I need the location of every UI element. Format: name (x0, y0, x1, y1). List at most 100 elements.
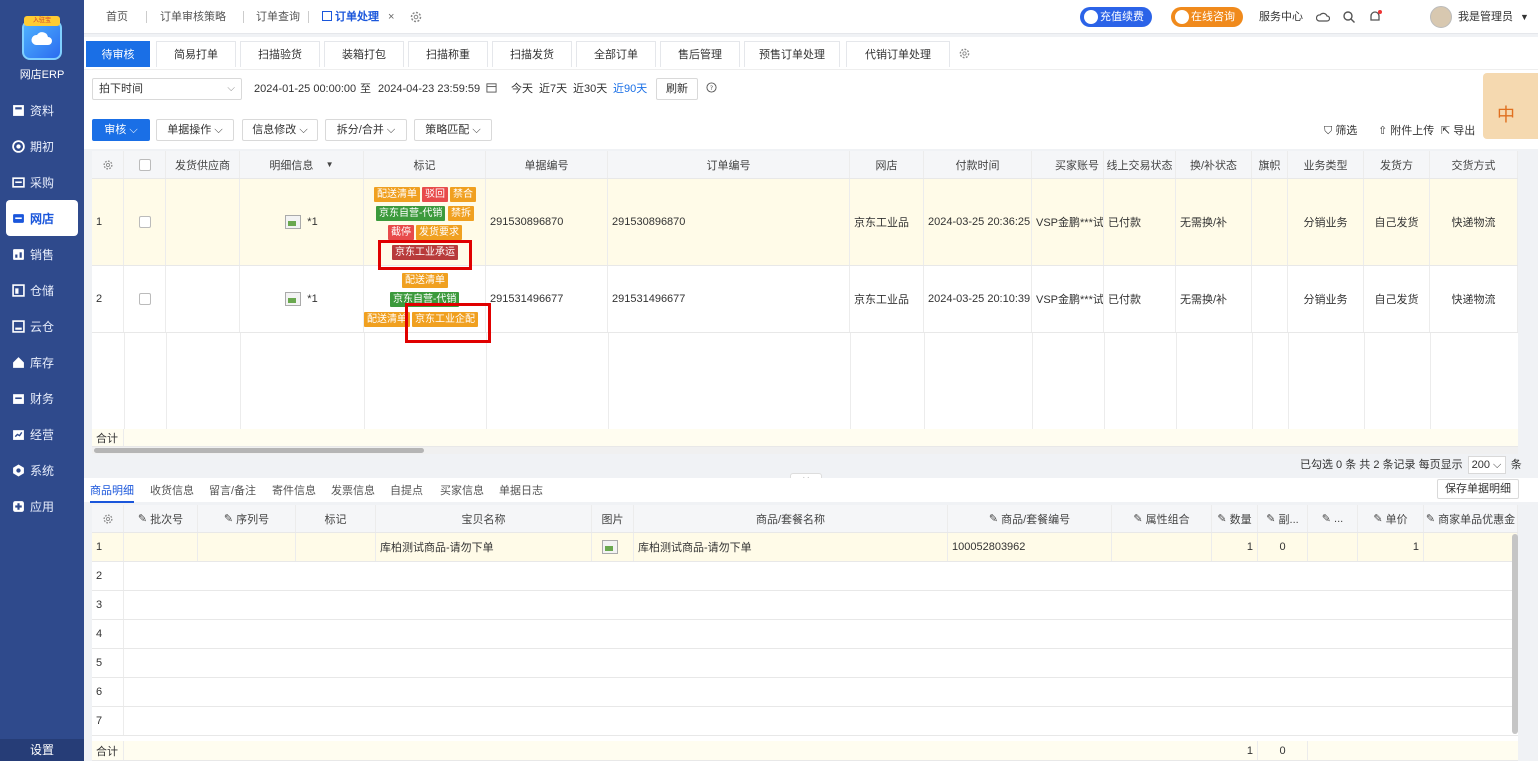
filter-button[interactable]: ⛉ 筛选 (1324, 122, 1357, 138)
col-unit-price[interactable]: ✎ 单价 (1358, 505, 1424, 532)
help-icon[interactable]: ? (706, 78, 717, 100)
time-type-select[interactable]: 拍下时间 ⌵ (92, 78, 242, 100)
settings-button[interactable]: 设置 (0, 739, 84, 761)
cell-merchant-discount[interactable] (1424, 533, 1518, 561)
sidebar-item-warehouse[interactable]: 仓储 (0, 272, 84, 308)
tab-consignment-orders[interactable]: 代销订单处理 (846, 41, 950, 67)
strategy-match-dropdown[interactable]: 策略匹配 ⌵ (414, 119, 492, 141)
page-size-select[interactable]: 200 ⌵ (1467, 456, 1506, 475)
tab-home[interactable]: 首页 (106, 0, 128, 34)
col-order-no[interactable]: 订单编号 (608, 151, 850, 178)
sidebar-item-purchase[interactable]: 采购 (0, 164, 84, 200)
table-row[interactable]: 2 (92, 562, 1518, 591)
col-tags[interactable]: 标记 (364, 151, 486, 178)
calendar-icon[interactable] (486, 78, 497, 100)
cell-quantity[interactable]: 1 (1212, 533, 1258, 561)
refresh-button[interactable]: 刷新 (656, 78, 698, 100)
tab-sender-info[interactable]: 寄件信息 (272, 482, 316, 498)
gear-icon[interactable] (409, 10, 423, 24)
export-button[interactable]: ⇱ 导出 (1441, 122, 1475, 138)
recharge-button[interactable]: 充值续费 (1080, 7, 1152, 27)
sidebar-item-apps[interactable]: 应用 (0, 488, 84, 524)
col-exchange-status[interactable]: 换/补状态 (1176, 151, 1252, 178)
col-supplier[interactable]: 发货供应商 (166, 151, 240, 178)
col-merchant-discount[interactable]: ✎ 商家单品优惠金 (1424, 505, 1518, 532)
online-consult-button[interactable]: 在线咨询 (1171, 7, 1243, 27)
col-shop[interactable]: 网店 (850, 151, 924, 178)
tab-pickup-point[interactable]: 自提点 (390, 482, 423, 498)
tab-all-orders[interactable]: 全部订单 (576, 41, 656, 67)
col-bill-no[interactable]: 单据编号 (486, 151, 608, 178)
tab-order-processing[interactable]: 订单处理 (322, 0, 379, 34)
info-edit-dropdown[interactable]: 信息修改 ⌵ (242, 119, 318, 141)
col-item-name[interactable]: 宝贝名称 (376, 505, 592, 532)
sidebar-item-data[interactable]: 资料 (0, 92, 84, 128)
app-logo[interactable] (22, 20, 62, 60)
col-attributes[interactable]: ✎ 属性组合 (1112, 505, 1212, 532)
save-detail-button[interactable]: 保存单据明细 (1437, 479, 1519, 499)
col-serial-no[interactable]: ✎ 序列号 (198, 505, 296, 532)
today-link[interactable]: 今天 (511, 78, 533, 100)
col-goods-name[interactable]: 商品/套餐名称 (634, 505, 948, 532)
cell-sub[interactable]: 0 (1258, 533, 1308, 561)
tab-pending-audit[interactable]: 待审核 (86, 41, 150, 67)
tab-remarks[interactable]: 留言/备注 (209, 482, 256, 498)
attachment-upload-button[interactable]: ⇧ 附件上传 (1378, 122, 1434, 138)
table-row[interactable]: 6 (92, 678, 1518, 707)
col-pay-time[interactable]: 付款时间 (924, 151, 1032, 178)
col-tag[interactable]: 标记 (296, 505, 376, 532)
table-row[interactable]: 4 (92, 620, 1518, 649)
table-row[interactable]: 2 *1 配送清单 京东自营-代销 配送清单 京东工业企配 2915314966… (92, 266, 1518, 333)
tab-after-sales[interactable]: 售后管理 (660, 41, 740, 67)
split-merge-dropdown[interactable]: 拆分/合并 ⌵ (325, 119, 407, 141)
table-row[interactable]: 1 *1 配送清单 驳回 禁合 京东自营-代销 禁拆 截停 发货要求 京东工业承… (92, 179, 1518, 266)
cell-attributes[interactable] (1112, 533, 1212, 561)
tab-scan-inspect[interactable]: 扫描验货 (240, 41, 320, 67)
date-start-input[interactable]: 2024-01-25 00:00:00 (254, 78, 356, 100)
sidebar-item-finance[interactable]: 财务 (0, 380, 84, 416)
cell-serial-no[interactable] (198, 533, 296, 561)
col-goods-code[interactable]: ✎ 商品/套餐编号 (948, 505, 1112, 532)
tab-scan-ship[interactable]: 扫描发货 (492, 41, 572, 67)
col-flag[interactable]: 旗帜 (1252, 151, 1288, 178)
search-icon[interactable] (1342, 10, 1356, 24)
tab-order-audit-strategy[interactable]: 订单审核策略 (160, 0, 226, 34)
tab-invoice-info[interactable]: 发票信息 (331, 482, 375, 498)
col-trade-status[interactable]: 线上交易状态 (1104, 151, 1176, 178)
tab-simple-print[interactable]: 简易打单 (156, 41, 236, 67)
sidebar-item-system[interactable]: 系统 (0, 452, 84, 488)
close-tab-icon[interactable]: × (388, 0, 394, 34)
sidebar-item-opening[interactable]: 期初 (0, 128, 84, 164)
vertical-scrollbar[interactable] (1512, 534, 1518, 734)
col-delivery[interactable]: 交货方式 (1430, 151, 1518, 178)
tab-goods-detail[interactable]: 商品明细 (90, 482, 134, 503)
col-batch-no[interactable]: ✎ 批次号 (124, 505, 198, 532)
sidebar-item-shop[interactable]: 网店 (6, 200, 78, 236)
col-detail[interactable]: 明细信息 ▼ (240, 151, 364, 178)
last-7-days-link[interactable]: 近7天 (539, 78, 567, 100)
col-sub[interactable]: ✎ 副... (1258, 505, 1308, 532)
row-checkbox[interactable] (124, 179, 166, 265)
gear-icon[interactable] (92, 151, 124, 178)
select-all-checkbox[interactable] (124, 151, 166, 178)
tab-order-query[interactable]: 订单查询 (256, 0, 300, 34)
col-quantity[interactable]: ✎ 数量 (1212, 505, 1258, 532)
table-row[interactable]: 1 库柏测试商品-请勿下单 库柏测试商品-请勿下单 100052803962 1… (92, 533, 1518, 562)
user-menu[interactable]: 我是管理员 (1458, 0, 1513, 34)
sidebar-item-sales[interactable]: 销售 (0, 236, 84, 272)
single-operation-dropdown[interactable]: 单据操作 ⌵ (156, 119, 234, 141)
cell-bill-no[interactable]: 291530896870 (486, 179, 608, 265)
cell-unit-price[interactable]: 1 (1358, 533, 1424, 561)
table-row[interactable]: 7 (92, 707, 1518, 736)
table-row[interactable]: 5 (92, 649, 1518, 678)
bell-icon[interactable] (1368, 10, 1382, 24)
tab-receiver-info[interactable]: 收货信息 (150, 482, 194, 498)
col-more[interactable]: ✎ ... (1308, 505, 1358, 532)
cell-batch-no[interactable] (124, 533, 198, 561)
horizontal-scrollbar[interactable] (92, 447, 1518, 454)
floating-widget[interactable]: 中 (1483, 73, 1538, 139)
cell-more[interactable] (1308, 533, 1358, 561)
cell-bill-no[interactable]: 291531496677 (486, 266, 608, 332)
col-biz-type[interactable]: 业务类型 (1288, 151, 1364, 178)
col-shipper[interactable]: 发货方 (1364, 151, 1430, 178)
